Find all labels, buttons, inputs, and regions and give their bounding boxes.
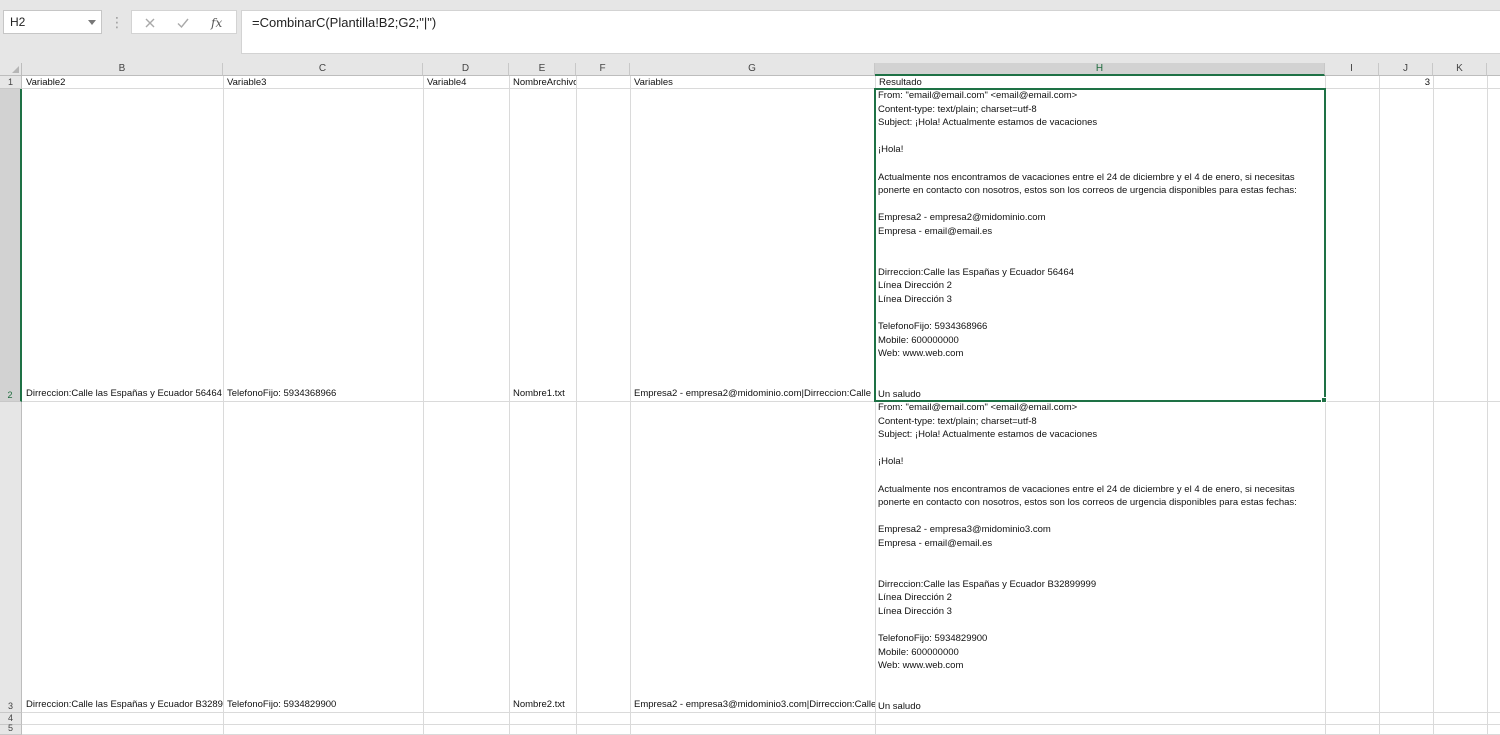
result-line: Subject: ¡Hola! Actualmente estamos de v… bbox=[878, 429, 1098, 441]
result-line: Un saludo bbox=[878, 389, 921, 401]
result-line: Dirreccion:Calle las Españas y Ecuador B… bbox=[878, 578, 1097, 590]
column-header-g[interactable]: G bbox=[630, 63, 875, 76]
result-line bbox=[878, 673, 1323, 687]
cell-d1[interactable]: Variable4 bbox=[424, 76, 509, 89]
column-header-h[interactable]: H bbox=[875, 63, 1325, 76]
result-line: From: "email@email.com" <email@email.com… bbox=[878, 90, 1078, 101]
cell-g2[interactable]: Empresa2 - empresa2@midominio.com|Dirrec… bbox=[631, 387, 875, 400]
fill-handle[interactable] bbox=[1321, 397, 1327, 403]
column-header-i[interactable]: I bbox=[1325, 63, 1379, 76]
result-line bbox=[878, 374, 1323, 388]
result-line bbox=[878, 252, 1323, 266]
result-line bbox=[878, 157, 1323, 171]
cell-g1[interactable]: Variables bbox=[631, 76, 875, 89]
formula-buttons: fx bbox=[131, 10, 237, 34]
result-line bbox=[878, 239, 1323, 253]
cell-b3[interactable]: Dirreccion:Calle las Españas y Ecuador B… bbox=[23, 698, 223, 711]
cell-b2[interactable]: Dirreccion:Calle las Españas y Ecuador 5… bbox=[23, 387, 223, 400]
row-header-2[interactable]: 2 bbox=[0, 89, 22, 402]
spreadsheet-grid: B C D E F G H I J K 1 2 3 4 5 Variable2 … bbox=[0, 63, 1500, 735]
column-header-c[interactable]: C bbox=[223, 63, 423, 76]
result-line bbox=[878, 307, 1323, 321]
result-line: TelefonoFijo: 5934829900 bbox=[878, 633, 988, 645]
cell-h2[interactable]: From: "email@email.com" <email@email.com… bbox=[875, 89, 1323, 402]
result-line: Un saludo bbox=[878, 701, 921, 713]
result-line: Empresa2 - empresa3@midominio3.com bbox=[878, 524, 1051, 536]
result-line bbox=[878, 686, 1323, 700]
cell-e1[interactable]: NombreArchivo bbox=[510, 76, 576, 89]
result-line bbox=[878, 442, 1323, 456]
column-header-k[interactable]: K bbox=[1433, 63, 1487, 76]
result-line bbox=[878, 551, 1323, 565]
row-header-1[interactable]: 1 bbox=[0, 76, 22, 89]
result-line bbox=[878, 469, 1323, 483]
cell-e2[interactable]: Nombre1.txt bbox=[510, 387, 576, 400]
cell-c1[interactable]: Variable3 bbox=[224, 76, 423, 89]
column-header-f[interactable]: F bbox=[576, 63, 630, 76]
result-line: Subject: ¡Hola! Actualmente estamos de v… bbox=[878, 117, 1098, 129]
cell-b1[interactable]: Variable2 bbox=[23, 76, 223, 89]
check-icon[interactable] bbox=[174, 14, 192, 32]
name-box[interactable]: H2 bbox=[3, 10, 102, 34]
formula-input[interactable]: =CombinarC(Plantilla!B2;G2;"|") bbox=[241, 10, 1500, 54]
result-line: Content-type: text/plain; charset=utf-8 bbox=[878, 103, 1037, 115]
result-line: ¡Hola! bbox=[878, 456, 904, 468]
column-header-e[interactable]: E bbox=[509, 63, 576, 76]
close-icon[interactable] bbox=[141, 14, 159, 32]
result-line bbox=[878, 130, 1323, 144]
cell-c2[interactable]: TelefonoFijo: 5934368966 bbox=[224, 387, 423, 400]
cell-g3[interactable]: Empresa2 - empresa3@midominio3.com|Dirre… bbox=[631, 698, 875, 711]
fx-icon[interactable]: fx bbox=[209, 14, 227, 32]
name-box-value: H2 bbox=[10, 15, 26, 29]
result-line: Empresa - email@email.es bbox=[878, 225, 993, 237]
result-line: Actualmente nos encontramos de vacacione… bbox=[878, 483, 1295, 495]
cell-j1[interactable]: 3 bbox=[1380, 76, 1433, 89]
row-header-3[interactable]: 3 bbox=[0, 402, 22, 713]
result-line: Mobile: 600000000 bbox=[878, 334, 959, 346]
cell-c3[interactable]: TelefonoFijo: 5934829900 bbox=[224, 698, 423, 711]
result-line: Dirreccion:Calle las Españas y Ecuador 5… bbox=[878, 266, 1074, 278]
formula-bar-area: H2 ⋮ fx =CombinarC(Plantilla!B2;G2;"|") bbox=[0, 0, 1500, 63]
select-all-corner[interactable] bbox=[0, 63, 22, 76]
result-line: Web: www.web.com bbox=[878, 660, 964, 672]
result-line bbox=[878, 510, 1323, 524]
result-line: Empresa2 - empresa2@midominio.com bbox=[878, 212, 1046, 224]
result-line: From: "email@email.com" <email@email.com… bbox=[878, 402, 1078, 413]
more-options-icon[interactable]: ⋮ bbox=[110, 14, 124, 30]
result-line: Mobile: 600000000 bbox=[878, 646, 959, 658]
cell-h1[interactable]: Resultado bbox=[876, 76, 1325, 89]
column-header-next[interactable] bbox=[1487, 63, 1500, 76]
column-header-j[interactable]: J bbox=[1379, 63, 1433, 76]
result-line: Web: www.web.com bbox=[878, 348, 964, 360]
result-line: ponerte en contacto con nosotros, estos … bbox=[878, 185, 1297, 197]
column-header-b[interactable]: B bbox=[22, 63, 223, 76]
result-line: Empresa - email@email.es bbox=[878, 537, 993, 549]
result-line: ¡Hola! bbox=[878, 144, 904, 156]
result-line: Línea Dirección 2 bbox=[878, 280, 952, 292]
chevron-down-icon[interactable] bbox=[88, 20, 96, 25]
result-line bbox=[878, 361, 1323, 375]
result-line bbox=[878, 564, 1323, 578]
result-line: Línea Dirección 2 bbox=[878, 592, 952, 604]
cell-h3[interactable]: From: "email@email.com" <email@email.com… bbox=[875, 401, 1323, 714]
row-header-5[interactable]: 5 bbox=[0, 723, 22, 735]
result-line bbox=[878, 619, 1323, 633]
result-line bbox=[878, 198, 1323, 212]
column-header-d[interactable]: D bbox=[423, 63, 509, 76]
result-line: Actualmente nos encontramos de vacacione… bbox=[878, 171, 1295, 183]
result-line: Línea Dirección 3 bbox=[878, 293, 952, 305]
result-line: ponerte en contacto con nosotros, estos … bbox=[878, 497, 1297, 509]
result-line: TelefonoFijo: 5934368966 bbox=[878, 321, 988, 333]
result-line: Línea Dirección 3 bbox=[878, 605, 952, 617]
result-line: Content-type: text/plain; charset=utf-8 bbox=[878, 415, 1037, 427]
cell-e3[interactable]: Nombre2.txt bbox=[510, 698, 576, 711]
svg-text:fx: fx bbox=[210, 16, 222, 30]
